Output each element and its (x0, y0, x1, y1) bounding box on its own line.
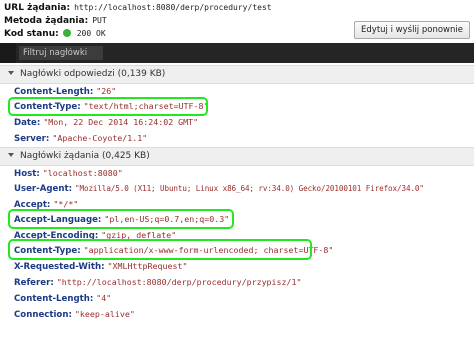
request-headers-section-toggle[interactable]: Nagłówki żądania (0,425 KB) (0, 147, 474, 166)
response-headers-title: Nagłówki odpowiedzi (0,139 KB) (20, 69, 166, 79)
header-name: Host: (14, 169, 40, 179)
header-value: "*/*" (53, 199, 79, 209)
header-row[interactable]: Content-Type: "text/html;charset=UTF-8" (14, 99, 209, 114)
header-value: "4" (96, 293, 112, 303)
header-value: "Mozilla/5.0 (X11; Ubuntu; Linux x86_64;… (75, 184, 424, 193)
header-row[interactable]: Accept-Language: "pl,en-US;q=0.7,en;q=0.3… (14, 212, 229, 227)
header-name: Content-Type: (14, 102, 81, 112)
header-row[interactable]: Host: "localhost:8080" (14, 166, 123, 181)
header-value: "26" (96, 86, 117, 96)
status-code-value: 200 OK (76, 29, 106, 38)
toolbar-edge (0, 43, 16, 63)
header-value: "Mon, 22 Dec 2014 16:24:02 GMT" (43, 117, 199, 127)
header-name: Content-Length: (14, 87, 94, 97)
header-name: Accept: (14, 200, 51, 210)
request-url-value[interactable]: http://localhost:8080/derp/procedury/tes… (74, 3, 271, 12)
header-row[interactable]: Content-Type: "application/x-www-form-url… (14, 243, 333, 258)
header-row[interactable]: Date: "Mon, 22 Dec 2014 16:24:02 GMT" (14, 115, 198, 130)
header-name: User-Agent: (14, 184, 73, 194)
header-row[interactable]: Server: "Apache-Coyote/1.1" (14, 131, 147, 146)
header-value: "Apache-Coyote/1.1" (52, 133, 148, 143)
request-method-row: Metoda żądania: PUT (4, 14, 107, 27)
header-row[interactable]: X-Requested-With: "XMLHttpRequest" (14, 259, 187, 274)
header-value: "XMLHttpRequest" (107, 261, 188, 271)
expand-arrow-icon (8, 153, 14, 157)
filter-toolbar (0, 43, 474, 63)
request-headers-title: Nagłówki żądania (0,425 KB) (20, 151, 150, 161)
header-row[interactable]: User-Agent: "Mozilla/5.0 (X11; Ubuntu; Li… (14, 181, 424, 196)
header-row[interactable]: Accept: "*/*" (14, 197, 78, 212)
header-value: "gzip, deflate" (101, 230, 177, 240)
expand-arrow-icon (8, 71, 14, 75)
header-value: "application/x-www-form-urlencoded; char… (83, 245, 334, 255)
response-headers-section-toggle[interactable]: Nagłówki odpowiedzi (0,139 KB) (0, 65, 474, 84)
status-ok-icon (62, 29, 71, 37)
status-code-row: Kod stanu: 200 OK (4, 27, 106, 40)
header-value: "text/html;charset=UTF-8" (83, 101, 209, 111)
header-name: Accept-Language: (14, 215, 102, 225)
status-code-label: Kod stanu: (4, 29, 59, 39)
header-row[interactable]: Content-Length: "4" (14, 291, 111, 306)
header-value: "keep-alive" (74, 309, 135, 319)
header-name: Date: (14, 118, 41, 128)
request-method-value: PUT (92, 16, 107, 25)
header-name: X-Requested-With: (14, 262, 105, 272)
header-row[interactable]: Connection: "keep-alive" (14, 307, 135, 322)
header-row[interactable]: Referer: "http://localhost:8080/derp/proc… (14, 275, 302, 290)
header-value: "pl,en-US;q=0.7,en;q=0.3" (104, 214, 230, 224)
header-row[interactable]: Accept-Encoding: "gzip, deflate" (14, 228, 176, 243)
header-value: "http://localhost:8080/derp/procedury/pr… (56, 277, 302, 287)
request-summary: URL żądania: http://localhost:8080/derp/p… (0, 0, 474, 43)
header-name: Content-Type: (14, 246, 81, 256)
header-name: Content-Length: (14, 294, 94, 304)
request-url-row: URL żądania: http://localhost:8080/derp/p… (4, 1, 272, 14)
header-value: "localhost:8080" (42, 168, 123, 178)
header-name: Server: (14, 134, 50, 144)
header-name: Connection: (14, 310, 72, 320)
header-name: Referer: (14, 278, 54, 288)
filter-headers-input[interactable] (19, 46, 103, 60)
header-name: Accept-Encoding: (14, 231, 99, 241)
header-row[interactable]: Content-Length: "26" (14, 84, 116, 99)
edit-and-resend-button[interactable]: Edytuj i wyślij ponownie (354, 21, 470, 39)
